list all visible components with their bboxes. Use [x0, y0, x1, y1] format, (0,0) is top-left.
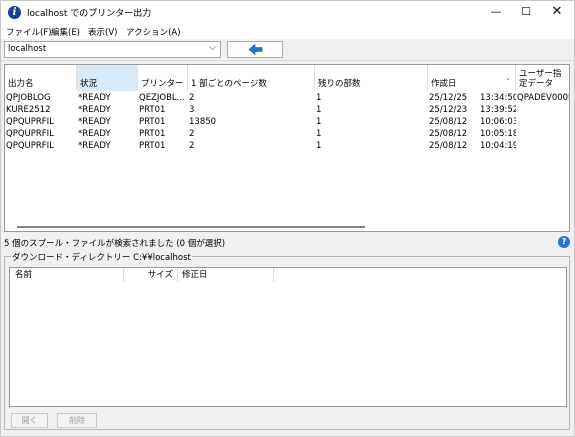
app-info-icon: i: [8, 6, 21, 19]
cell-status: *READY: [78, 117, 111, 127]
cell-date-created: 25/08/12: [429, 141, 468, 151]
column-header-pages-per-copy[interactable]: 1 部ごとのページ数: [188, 65, 315, 91]
cell-printer: PRT01: [139, 105, 166, 115]
cell-time-created: 13:34:50: [480, 93, 516, 103]
close-button[interactable]: ✕: [542, 1, 572, 24]
cell-copies-left: 1: [316, 141, 322, 151]
menu-edit[interactable]: 編集(E): [51, 26, 80, 38]
spool-file-table: 出力名 状況 プリンター 1 部ごとのページ数 残りの部数 作成日 ⌄ ユーザー…: [4, 64, 570, 232]
download-directory-label: ダウンロード・ディレクトリー C:¥¥localhost: [11, 251, 192, 263]
status-message: 5 個のスプール・ファイルが検索されました (0 個が選択): [4, 239, 226, 249]
column-header-copies-left[interactable]: 残りの部数: [315, 65, 428, 91]
column-header-size[interactable]: サイズ: [124, 268, 178, 282]
cell-user-data: QPADEV000F: [517, 93, 570, 103]
table-row[interactable]: QPJOBLOG *READY QEZJOBL... 2 1 25/12/25 13:34:…: [5, 92, 570, 104]
column-header-name[interactable]: 名前: [10, 268, 124, 282]
arrow-left-icon: [248, 43, 263, 56]
column-header-date-created[interactable]: 作成日 ⌄: [428, 65, 516, 91]
cell-output-name: QPJOBLOG: [6, 93, 51, 103]
download-directory-group: ダウンロード・ディレクトリー C:¥¥localhost 名前 サイズ 修正日 …: [4, 251, 570, 430]
cell-copies-left: 1: [316, 93, 322, 103]
cell-user-data: [516, 116, 569, 128]
cell-time-created: 13:39:52: [480, 105, 516, 115]
printer-output-window: i localhost でのプリンター出力 — ☐ ✕ ファイル(F) 編集(E…: [0, 0, 575, 437]
cell-pages-per-copy: 3: [189, 105, 195, 115]
horizontal-scrollbar-thumb[interactable]: [17, 226, 365, 228]
column-header-user-data[interactable]: ユーザー指定データ: [516, 65, 569, 91]
table-row[interactable]: QPQUPRFIL *READY PRT01 2 1 25/08/12 10:05:18: [5, 128, 569, 140]
cell-status: *READY: [78, 93, 111, 103]
menu-view[interactable]: 表示(V): [88, 26, 117, 38]
cell-date-created: 25/08/12: [429, 129, 468, 139]
cell-user-data: [516, 104, 569, 116]
cell-output-name: QPQUPRFIL: [6, 141, 54, 151]
chevron-down-icon: ⌵: [209, 43, 216, 53]
cell-pages-per-copy: 2: [189, 129, 195, 139]
cell-date-created: 25/12/25: [429, 93, 468, 103]
cell-date-created: 25/08/12: [429, 117, 468, 127]
menu-file[interactable]: ファイル(F): [6, 26, 52, 38]
table-row[interactable]: QPQUPRFIL *READY PRT01 13850 1 25/08/12 10:06:…: [5, 116, 569, 128]
table-row[interactable]: KURE2512 *READY PRT01 3 1 25/12/23 13:39:52: [5, 104, 569, 116]
cell-output-name: KURE2512: [6, 105, 51, 115]
cell-time-created: 10:05:18: [480, 129, 516, 139]
window-title: localhost でのプリンター出力: [27, 9, 152, 19]
download-file-list[interactable]: 名前 サイズ 修正日: [9, 267, 567, 407]
maximize-button[interactable]: ☐: [511, 1, 541, 24]
cell-copies-left: 1: [316, 117, 322, 127]
cell-time-created: 10:06:03: [480, 117, 516, 127]
cell-date-created: 25/12/23: [429, 105, 468, 115]
minimize-button[interactable]: —: [481, 1, 511, 24]
help-icon[interactable]: ?: [558, 236, 570, 248]
column-header-printer[interactable]: プリンター: [138, 65, 188, 91]
cell-printer: PRT01: [139, 129, 166, 139]
cell-time-created: 10:04:19: [480, 141, 516, 151]
cell-pages-per-copy: 2: [189, 93, 195, 103]
toolbar: localhost ⌵: [1, 39, 574, 61]
open-button[interactable]: 開く: [11, 413, 48, 428]
system-select[interactable]: localhost ⌵: [4, 41, 221, 58]
back-button[interactable]: [227, 41, 283, 58]
system-select-value: localhost: [8, 44, 47, 54]
cell-copies-left: 1: [316, 105, 322, 115]
column-header-output-name[interactable]: 出力名: [5, 65, 77, 91]
cell-pages-per-copy: 2: [189, 141, 195, 151]
cell-printer: PRT01: [139, 141, 166, 151]
table-row[interactable]: QPQUPRFIL *READY PRT01 2 1 25/08/12 10:04:19: [5, 140, 569, 152]
cell-copies-left: 1: [316, 129, 322, 139]
cell-status: *READY: [78, 129, 111, 139]
cell-printer: QEZJOBL...: [139, 93, 185, 103]
cell-pages-per-copy: 13850: [189, 117, 217, 127]
sort-descending-icon: ⌄: [505, 74, 511, 82]
cell-status: *READY: [78, 105, 111, 115]
cell-user-data: [516, 140, 569, 152]
cell-printer: PRT01: [139, 117, 166, 127]
cell-output-name: QPQUPRFIL: [6, 129, 54, 139]
column-header-modified[interactable]: 修正日: [178, 268, 274, 282]
cell-status: *READY: [78, 141, 111, 151]
menu-action[interactable]: アクション(A): [126, 26, 181, 38]
column-header-status[interactable]: 状況: [77, 65, 138, 91]
menu-bar: ファイル(F) 編集(E) 表示(V) アクション(A): [1, 24, 574, 39]
delete-button[interactable]: 削除: [57, 413, 97, 428]
title-bar: i localhost でのプリンター出力 — ☐ ✕: [1, 1, 574, 24]
cell-user-data: [516, 128, 569, 140]
cell-output-name: QPQUPRFIL: [6, 117, 54, 127]
